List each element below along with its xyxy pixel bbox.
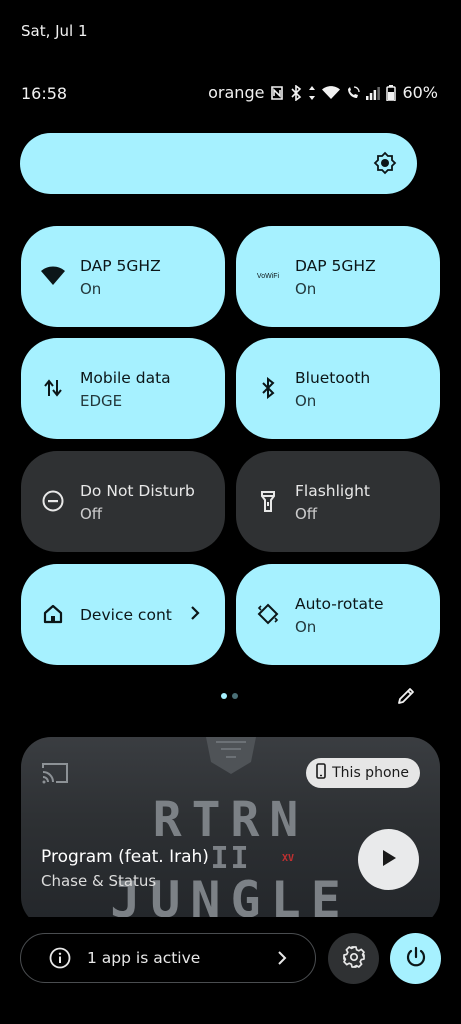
chevron-right-icon bbox=[277, 950, 287, 970]
tile-title: Auto-rotate bbox=[295, 595, 384, 613]
settings-button[interactable] bbox=[328, 933, 379, 984]
tile-title: Mobile data bbox=[80, 369, 171, 387]
tile-title: Do Not Disturb bbox=[80, 482, 195, 500]
signal-icon bbox=[366, 86, 381, 100]
track-artist: Chase & Status bbox=[41, 872, 157, 890]
tile-auto-rotate[interactable]: Auto-rotate On bbox=[236, 564, 440, 665]
tile-wifi[interactable]: DAP 5GHZ On bbox=[21, 226, 225, 327]
carrier-name: orange bbox=[208, 83, 265, 102]
date: Sat, Jul 1 bbox=[21, 22, 88, 40]
nfc-icon bbox=[270, 85, 284, 101]
tile-bluetooth[interactable]: Bluetooth On bbox=[236, 338, 440, 439]
tile-title: Bluetooth bbox=[295, 369, 371, 387]
brightness-icon bbox=[373, 151, 397, 179]
active-apps-label: 1 app is active bbox=[87, 949, 201, 967]
gear-icon bbox=[342, 945, 365, 972]
page-dot bbox=[232, 693, 238, 699]
tile-do-not-disturb[interactable]: Do Not Disturb Off bbox=[21, 451, 225, 552]
tile-title: Device controls bbox=[80, 606, 172, 624]
active-apps-button[interactable]: 1 app is active bbox=[20, 933, 316, 983]
vowifi-icon: VoWiFi bbox=[256, 272, 280, 280]
tile-title: DAP 5GHZ bbox=[80, 257, 161, 275]
tile-subtitle: On bbox=[295, 392, 317, 410]
tile-subtitle: On bbox=[295, 280, 317, 298]
wifi-icon bbox=[322, 85, 341, 100]
output-device-label: This phone bbox=[332, 765, 409, 781]
bluetooth-icon bbox=[256, 376, 280, 400]
play-icon bbox=[381, 849, 397, 871]
tile-subtitle: EDGE bbox=[80, 392, 123, 410]
page-indicator bbox=[221, 693, 238, 699]
flashlight-icon bbox=[256, 489, 280, 513]
wifi-icon bbox=[41, 264, 65, 288]
pencil-icon bbox=[396, 688, 416, 710]
clock: 16:58 bbox=[21, 84, 68, 103]
chevron-right-icon bbox=[189, 604, 201, 626]
info-icon bbox=[49, 947, 71, 969]
output-device-chip[interactable]: This phone bbox=[306, 758, 420, 788]
do-not-disturb-icon bbox=[41, 489, 65, 513]
battery-percent: 60% bbox=[402, 83, 438, 102]
data-arrows-icon bbox=[308, 85, 316, 101]
mobile-data-icon bbox=[41, 376, 65, 400]
home-icon bbox=[41, 602, 65, 626]
tile-subtitle: Off bbox=[295, 505, 318, 523]
page-dot-active bbox=[221, 693, 227, 699]
track-title: Program (feat. Irah) bbox=[41, 847, 209, 867]
phone-icon bbox=[316, 763, 326, 783]
battery-icon bbox=[386, 84, 397, 101]
tile-device-controls[interactable]: Device controls bbox=[21, 564, 225, 665]
tile-vowifi[interactable]: VoWiFi DAP 5GHZ On bbox=[236, 226, 440, 327]
tile-mobile-data[interactable]: Mobile data EDGE bbox=[21, 338, 225, 439]
tile-flashlight[interactable]: Flashlight Off bbox=[236, 451, 440, 552]
auto-rotate-icon bbox=[256, 602, 280, 626]
tile-title: DAP 5GHZ bbox=[295, 257, 376, 275]
play-button[interactable] bbox=[358, 829, 419, 890]
media-player[interactable]: RTRN II JUNGLE XV This phone Program (fe… bbox=[21, 737, 440, 927]
edit-button[interactable] bbox=[396, 686, 416, 710]
status-icons: orange 60% bbox=[208, 83, 438, 102]
power-icon bbox=[405, 946, 427, 972]
bluetooth-icon bbox=[290, 84, 302, 101]
wifi-calling-icon bbox=[346, 85, 361, 100]
tile-subtitle: On bbox=[80, 280, 102, 298]
tile-title: Flashlight bbox=[295, 482, 370, 500]
power-button[interactable] bbox=[390, 933, 441, 984]
album-crest bbox=[206, 737, 256, 774]
art-mark: XV bbox=[282, 853, 295, 864]
brightness-slider[interactable] bbox=[20, 133, 417, 194]
tile-subtitle: Off bbox=[80, 505, 103, 523]
tile-subtitle: On bbox=[295, 618, 317, 636]
cast-icon[interactable] bbox=[41, 762, 69, 788]
